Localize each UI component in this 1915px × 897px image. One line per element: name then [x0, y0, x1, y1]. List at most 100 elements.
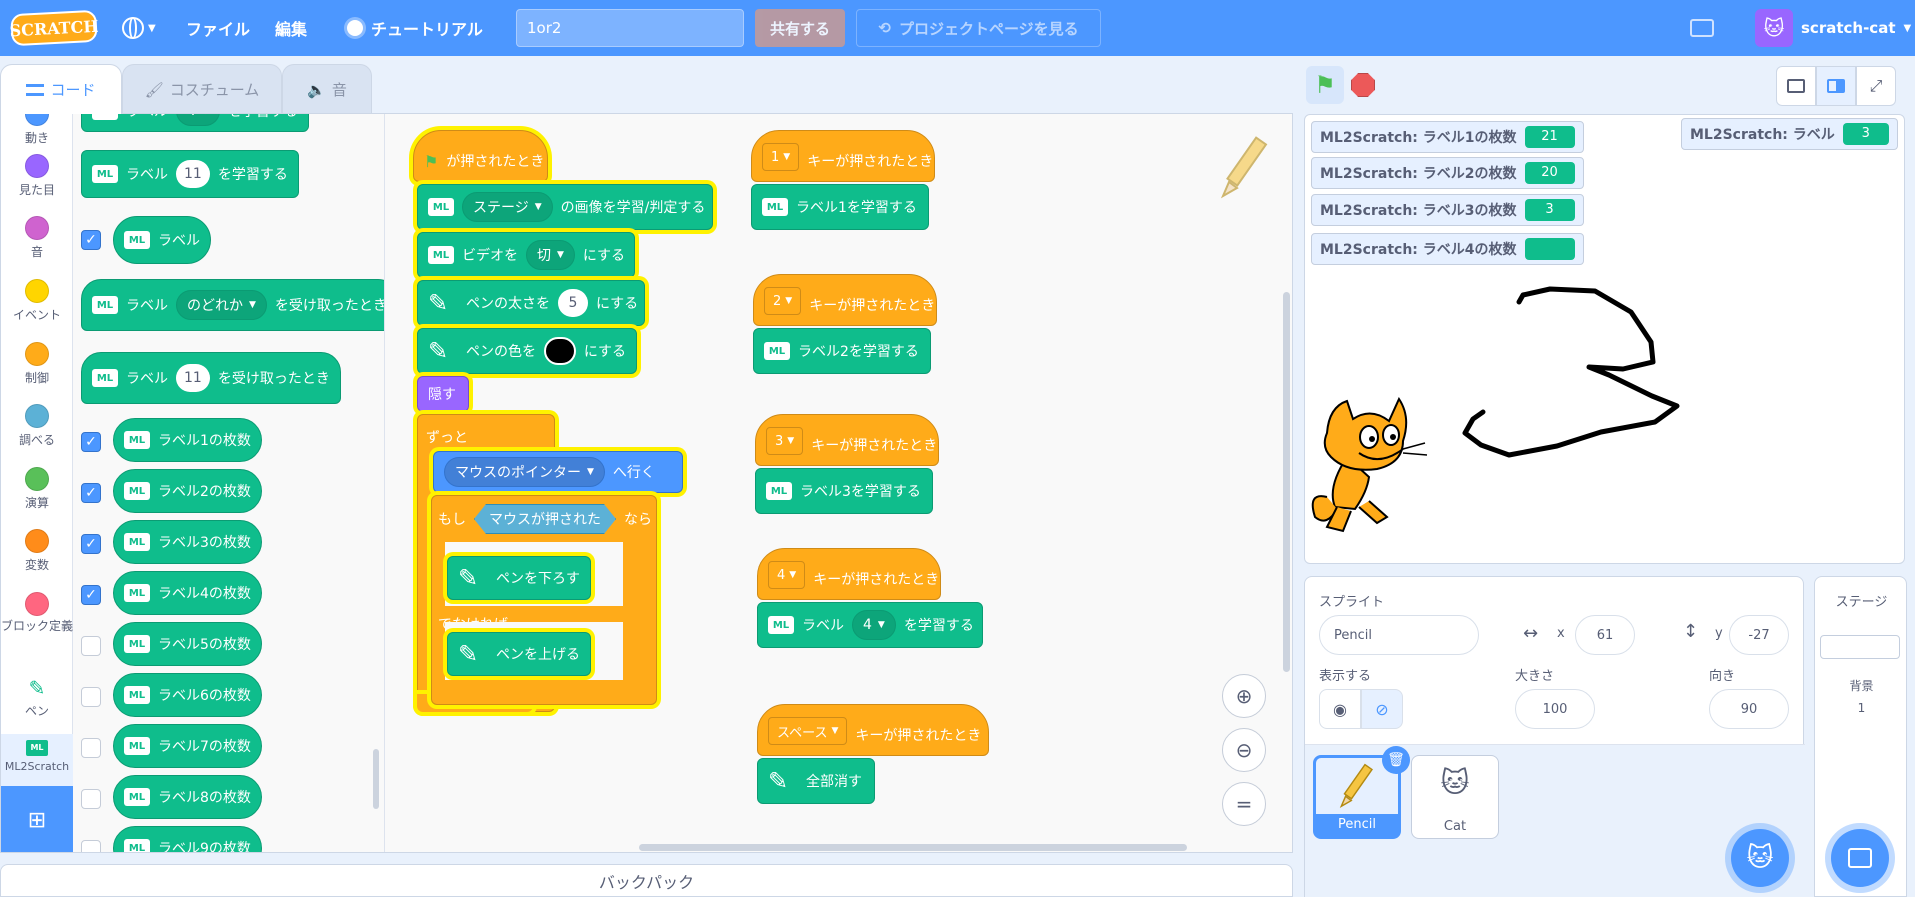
- tab-sound[interactable]: 🔈 音: [282, 64, 372, 114]
- learn-label1-block[interactable]: ML ラベル1を学習する: [751, 184, 929, 230]
- pen-size-input[interactable]: 5: [558, 289, 588, 317]
- category-looks[interactable]: 見た目: [1, 154, 73, 198]
- label-number-input[interactable]: 11: [176, 160, 210, 188]
- category-events[interactable]: イベント: [1, 279, 73, 323]
- key-dropdown[interactable]: 3 ▼: [766, 427, 804, 455]
- hide-block[interactable]: 隠す: [417, 376, 469, 412]
- video-toggle-block[interactable]: ML ビデオを 切 ▼ にする: [417, 232, 635, 278]
- show-hidden-button[interactable]: ⊘: [1361, 689, 1403, 729]
- count-checkbox[interactable]: ✓: [81, 432, 101, 452]
- key-dropdown[interactable]: 4 ▼: [768, 561, 806, 589]
- count-checkbox[interactable]: [81, 840, 101, 852]
- count-reporter[interactable]: ML ラベル9の枚数: [113, 826, 262, 852]
- large-stage-button[interactable]: [1816, 66, 1856, 106]
- count-checkbox[interactable]: ✓: [81, 534, 101, 554]
- category-sensing[interactable]: 調べる: [1, 404, 73, 448]
- count-checkbox[interactable]: ✓: [81, 585, 101, 605]
- label-dropdown[interactable]: 4▼: [176, 114, 220, 126]
- count-reporter[interactable]: ML ラベル1の枚数: [113, 418, 262, 462]
- when-key-3-block[interactable]: 3 ▼ キーが押されたとき: [755, 414, 939, 466]
- direction-input[interactable]: 90: [1709, 689, 1789, 729]
- count-checkbox[interactable]: [81, 687, 101, 707]
- count-reporter[interactable]: ML ラベル7の枚数: [113, 724, 262, 768]
- palette-scrollbar[interactable]: [373, 749, 379, 809]
- count-checkbox[interactable]: [81, 636, 101, 656]
- pen-up-block[interactable]: ✎ ペンを上げる: [447, 632, 591, 676]
- count-reporter[interactable]: ML ラベル5の枚数: [113, 622, 262, 666]
- stage-selector[interactable]: ステージ 背景 1: [1814, 576, 1907, 897]
- file-menu[interactable]: ファイル: [186, 0, 250, 56]
- category-operators[interactable]: 演算: [1, 467, 73, 511]
- when-flag-clicked-block[interactable]: ⚑ が押されたとき: [413, 130, 548, 182]
- view-project-page-button[interactable]: ⟲ プロジェクトページを見る: [856, 9, 1101, 47]
- category-ml2scratch[interactable]: ML ML2Scratch: [1, 734, 73, 786]
- go-to-dropdown[interactable]: マウスのポインター ▼: [444, 457, 605, 487]
- tab-costume[interactable]: 🖌 コスチューム: [122, 64, 282, 114]
- key-dropdown[interactable]: スペース ▼: [768, 717, 848, 745]
- category-my-blocks[interactable]: ブロック定義: [1, 592, 73, 634]
- language-menu[interactable]: ▼: [122, 0, 156, 56]
- learn-label-block[interactable]: ML ラベル 11 を学習する: [81, 150, 299, 198]
- pen-down-block[interactable]: ✎ ペンを下ろす: [447, 556, 591, 600]
- set-pen-color-block[interactable]: ✎ ペンの色を にする: [417, 328, 637, 374]
- green-flag-button[interactable]: ⚑: [1306, 66, 1344, 104]
- size-input[interactable]: 100: [1515, 689, 1595, 729]
- tab-code[interactable]: コード: [0, 64, 122, 114]
- learn-label-block-top[interactable]: ML ラベル 4▼ を学習する: [81, 114, 309, 132]
- label-reporter[interactable]: ML ラベル: [113, 216, 211, 264]
- count-reporter[interactable]: ML ラベル3の枚数: [113, 520, 262, 564]
- count-reporter[interactable]: ML ラベル4の枚数: [113, 571, 262, 615]
- when-key-1-block[interactable]: 1 ▼ キーが押されたとき: [751, 130, 935, 182]
- count-checkbox[interactable]: [81, 738, 101, 758]
- count-checkbox[interactable]: ✓: [81, 483, 101, 503]
- delete-sprite-button[interactable]: 🗑: [1382, 746, 1410, 774]
- category-pen[interactable]: ✎ ペン: [1, 676, 73, 719]
- key-dropdown[interactable]: 1 ▼: [762, 143, 800, 171]
- category-sound[interactable]: 音: [1, 216, 73, 260]
- count-reporter[interactable]: ML ラベル6の枚数: [113, 673, 262, 717]
- share-button[interactable]: 共有する: [755, 9, 845, 47]
- when-key-2-block[interactable]: 2 ▼ キーが押されたとき: [753, 274, 937, 326]
- zoom-out-button[interactable]: ⊖: [1222, 728, 1266, 772]
- erase-all-block[interactable]: ✎ 全部消す: [757, 758, 875, 804]
- fullscreen-button[interactable]: ⤢: [1856, 66, 1896, 106]
- category-motion[interactable]: 動き: [1, 114, 73, 146]
- when-received-any-block[interactable]: ML ラベル のどれか ▼ を受け取ったとき: [81, 279, 384, 331]
- scratch-logo[interactable]: SCRATCH: [9, 9, 99, 47]
- count-checkbox[interactable]: [81, 789, 101, 809]
- when-space-key-block[interactable]: スペース ▼ キーが押されたとき: [757, 704, 989, 756]
- my-stuff-button[interactable]: [1690, 0, 1714, 56]
- mouse-down-condition[interactable]: マウスが押された: [474, 504, 616, 534]
- sprite-thumb-pencil[interactable]: Pencil 🗑: [1313, 746, 1410, 839]
- add-extension-button[interactable]: ⊞: [1, 786, 73, 852]
- stage[interactable]: ML2Scratch: ラベル1の枚数 21 ML2Scratch: ラベル2の…: [1304, 114, 1905, 564]
- pen-color-swatch[interactable]: [544, 337, 576, 365]
- edit-menu[interactable]: 編集: [275, 0, 307, 56]
- when-received-block[interactable]: ML ラベル 11 を受け取ったとき: [81, 352, 341, 404]
- project-title-input[interactable]: 1or2: [516, 9, 744, 47]
- add-sprite-button[interactable]: 🐱: [1731, 829, 1789, 887]
- category-variables[interactable]: 変数: [1, 529, 73, 573]
- learn-label4-block[interactable]: ML ラベル 4 ▼ を学習する: [757, 602, 983, 648]
- zoom-in-button[interactable]: ⊕: [1222, 674, 1266, 718]
- y-input[interactable]: -27: [1729, 615, 1789, 655]
- key-dropdown[interactable]: 2 ▼: [764, 287, 802, 315]
- small-stage-button[interactable]: [1776, 66, 1816, 106]
- sprite-name-input[interactable]: Pencil: [1319, 615, 1479, 655]
- label-number-input[interactable]: 11: [176, 364, 210, 392]
- classify-image-block[interactable]: ML ステージ ▼ の画像を学習/判定する: [417, 184, 713, 230]
- tutorial-menu[interactable]: チュートリアル: [347, 0, 483, 56]
- count-reporter[interactable]: ML ラベル2の枚数: [113, 469, 262, 513]
- learn-label2-block[interactable]: ML ラベル2を学習する: [753, 328, 931, 374]
- sprite-thumb-cat[interactable]: 🐱 Cat: [1411, 755, 1499, 839]
- add-backdrop-button[interactable]: [1831, 829, 1889, 887]
- count-reporter[interactable]: ML ラベル8の枚数: [113, 775, 262, 819]
- backpack[interactable]: バックパック: [0, 864, 1293, 897]
- label-checkbox[interactable]: ✓: [81, 230, 101, 250]
- category-control[interactable]: 制御: [1, 342, 73, 386]
- zoom-reset-button[interactable]: =: [1222, 782, 1266, 826]
- x-input[interactable]: 61: [1575, 615, 1635, 655]
- go-to-block[interactable]: マウスのポインター ▼ へ行く: [433, 451, 683, 493]
- when-key-4-block[interactable]: 4 ▼ キーが押されたとき: [757, 548, 941, 600]
- learn-label3-block[interactable]: ML ラベル3を学習する: [755, 468, 933, 514]
